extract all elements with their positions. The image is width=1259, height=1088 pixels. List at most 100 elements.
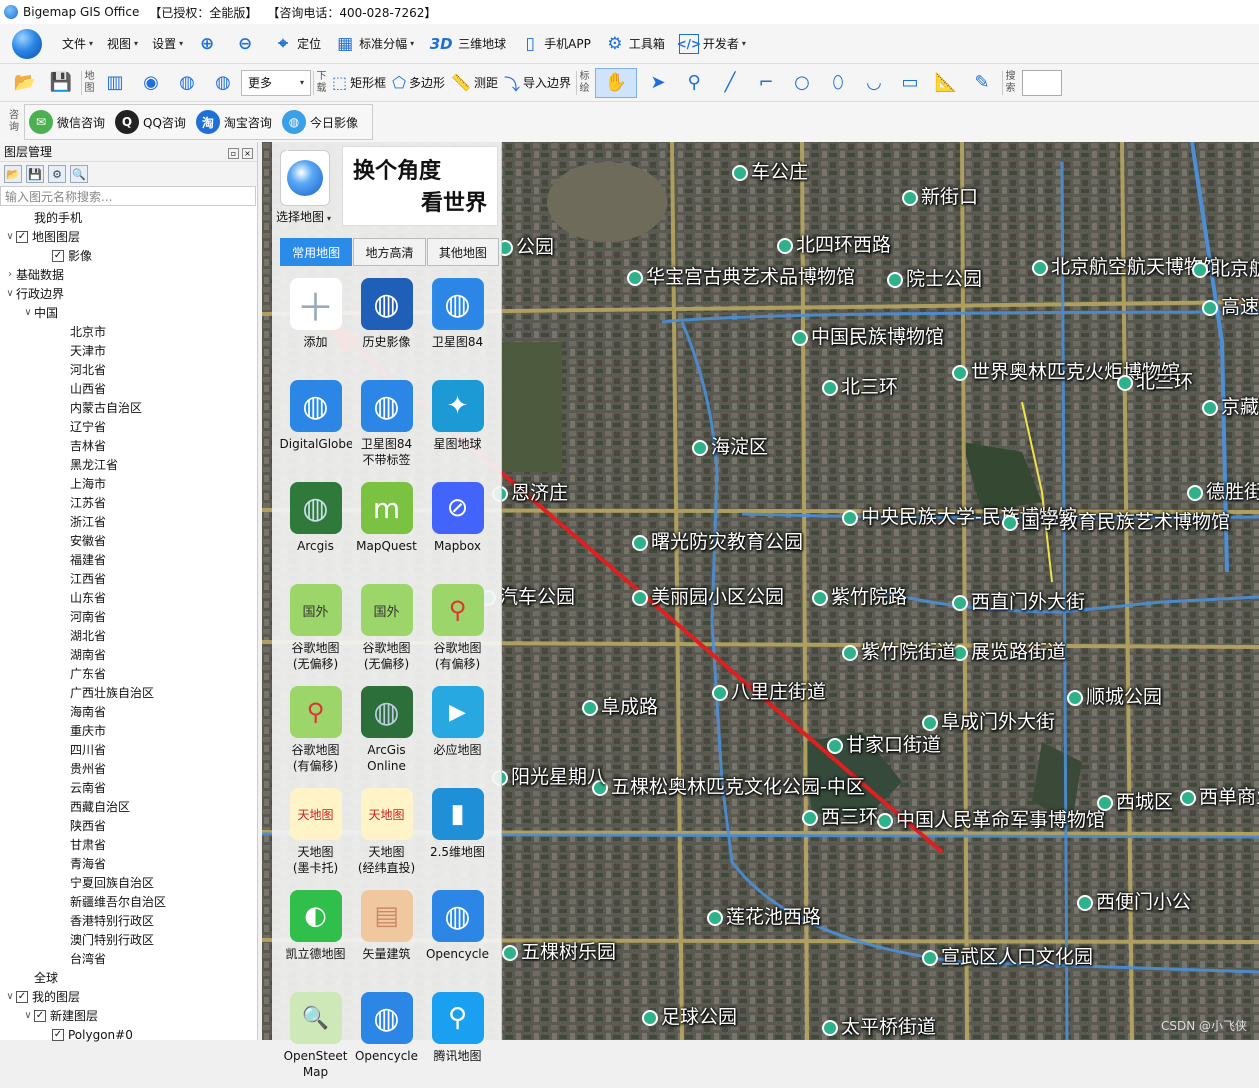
- layer-tree-item[interactable]: 香港特别行政区: [0, 911, 257, 930]
- tab-local-hd[interactable]: 地方高清: [353, 238, 426, 266]
- layer-tree-item[interactable]: 宁夏回族自治区: [0, 873, 257, 892]
- layer-checkbox[interactable]: ✓: [52, 249, 64, 262]
- layer-tree-item[interactable]: 浙江省: [0, 512, 257, 531]
- layer-tree-item[interactable]: 江苏省: [0, 493, 257, 512]
- layer-tree-item[interactable]: 台湾省: [0, 949, 257, 968]
- layer-tree-item[interactable]: 贵州省: [0, 759, 257, 778]
- polyline-button[interactable]: ⌐: [751, 68, 781, 98]
- zoom-out-button[interactable]: ⊖: [235, 29, 259, 59]
- layer-tree-item[interactable]: 湖南省: [0, 645, 257, 664]
- layer-checkbox[interactable]: ✓: [16, 230, 28, 243]
- menu-file[interactable]: 文件 ▾: [62, 29, 93, 59]
- map-place-label[interactable]: 甘家口街道: [827, 730, 941, 757]
- map-source-item[interactable]: 国外 谷歌地图 (无偏移): [280, 578, 351, 680]
- layer-settings-icon[interactable]: ⚙: [48, 165, 66, 183]
- map-place-label[interactable]: 北京航空: [1192, 254, 1259, 281]
- layer-tree-item[interactable]: ✓ 影像: [0, 246, 257, 265]
- layer-tree-item[interactable]: 山西省: [0, 379, 257, 398]
- map-source-item[interactable]: ⚲ 腾讯地图: [422, 986, 493, 1088]
- line-button[interactable]: ╱: [715, 68, 745, 98]
- map-place-label[interactable]: 八里庄街道: [712, 677, 826, 704]
- map-source-item[interactable]: ✦ 星图地球: [422, 374, 493, 476]
- pan-hand-button[interactable]: ✋: [595, 67, 638, 98]
- expand-toggle-icon[interactable]: ∨: [4, 231, 16, 242]
- map-source-item[interactable]: ▤ 矢量建筑: [351, 884, 422, 986]
- layer-tree-item[interactable]: 辽宁省: [0, 417, 257, 436]
- map-source-item[interactable]: ⊘ Mapbox: [422, 476, 493, 578]
- map-place-label[interactable]: 高速: [1202, 292, 1259, 319]
- marker-button[interactable]: ⚲: [679, 68, 709, 98]
- search-input[interactable]: [1022, 69, 1063, 96]
- map-place-label[interactable]: 北四环西路: [777, 230, 891, 257]
- layer-tree-item[interactable]: ∨ ✓ 地图图层: [0, 227, 257, 246]
- map-source-item[interactable]: ＋ 添加: [280, 272, 351, 374]
- search-icon[interactable]: 🔍: [70, 165, 88, 183]
- close-icon[interactable]: ×: [242, 147, 253, 159]
- layer-tree-item[interactable]: 湖北省: [0, 626, 257, 645]
- map-source-item[interactable]: 天地图 天地图 (经纬直投): [351, 782, 422, 884]
- map-source-item[interactable]: ▮ 2.5维地图: [422, 782, 493, 884]
- layer-tree-item[interactable]: 山东省: [0, 588, 257, 607]
- map-source-item[interactable]: ◍ 历史影像: [351, 272, 422, 374]
- curve-button[interactable]: ◡: [859, 68, 889, 98]
- menu-settings[interactable]: 设置 ▾: [152, 29, 183, 59]
- map-place-label[interactable]: 阜成路: [582, 692, 658, 719]
- map-place-label[interactable]: 美丽园小区公园: [632, 582, 784, 609]
- layer-tree-item[interactable]: 福建省: [0, 550, 257, 569]
- layer-tree-item[interactable]: 我的手机: [0, 208, 257, 227]
- today-imagery-button[interactable]: ◍ 今日影像: [281, 110, 358, 134]
- map-place-label[interactable]: 莲花池西路: [707, 902, 821, 929]
- toolbox-button[interactable]: ⚙ 工具箱: [605, 29, 665, 59]
- map-place-label[interactable]: 展览路街道: [952, 637, 1066, 664]
- expand-toggle-icon[interactable]: ∨: [4, 288, 16, 299]
- layer-tree-item[interactable]: 黑龙江省: [0, 455, 257, 474]
- map-place-label[interactable]: 足球公园: [642, 1002, 737, 1029]
- globe-alt-button[interactable]: ◍: [208, 68, 238, 98]
- zoom-in-button[interactable]: ⊕: [197, 29, 221, 59]
- layer-tree-item[interactable]: ∨ ✓ 我的图层: [0, 987, 257, 1006]
- layer-tree-item[interactable]: 青海省: [0, 854, 257, 873]
- qq-consult-button[interactable]: Q QQ咨询: [115, 110, 186, 134]
- locate-button[interactable]: ⌖ 定位: [273, 29, 321, 59]
- layer-tree-item[interactable]: 上海市: [0, 474, 257, 493]
- layer-tree-item[interactable]: 广东省: [0, 664, 257, 683]
- map-place-label[interactable]: 中国人民革命军事博物馆: [877, 805, 1105, 832]
- map-layers-button[interactable]: ▥: [100, 68, 130, 98]
- map-place-label[interactable]: 紫竹院路: [812, 582, 907, 609]
- map-place-label[interactable]: 曙光防灾教育公园: [632, 527, 803, 554]
- layer-tree-item[interactable]: 安徽省: [0, 531, 257, 550]
- layer-tree-item[interactable]: 新疆维吾尔自治区: [0, 892, 257, 911]
- edit-button[interactable]: ✎: [967, 68, 997, 98]
- layer-tree-item[interactable]: 天津市: [0, 341, 257, 360]
- earth-history-button[interactable]: ◉: [136, 68, 166, 98]
- layer-tree-item[interactable]: › 基础数据: [0, 265, 257, 284]
- map-source-item[interactable]: 国外 谷歌地图 (无偏移): [351, 578, 422, 680]
- map-place-label[interactable]: 新街口: [902, 182, 978, 209]
- layer-tree-item[interactable]: 江西省: [0, 569, 257, 588]
- map-place-label[interactable]: 五棵松奥林匹克文化公园-中区: [592, 772, 865, 799]
- map-place-label[interactable]: 顺城公园: [1067, 682, 1162, 709]
- map-place-label[interactable]: 华宝宫古典艺术品博物馆: [627, 262, 855, 289]
- globe-button[interactable]: ◍: [172, 68, 202, 98]
- layer-tree-item[interactable]: 河南省: [0, 607, 257, 626]
- layer-tree-item[interactable]: ∨ 行政边界: [0, 284, 257, 303]
- map-place-label[interactable]: 恩济庄: [492, 478, 568, 505]
- layer-tree-item[interactable]: 吉林省: [0, 436, 257, 455]
- layer-tree-item[interactable]: 内蒙古自治区: [0, 398, 257, 417]
- layer-tree-item[interactable]: 重庆市: [0, 721, 257, 740]
- circle-button[interactable]: ○: [787, 68, 817, 98]
- map-place-label[interactable]: 西城区: [1097, 787, 1173, 814]
- map-place-label[interactable]: 京藏高速: [1202, 392, 1259, 419]
- map-place-label[interactable]: 北三环: [822, 372, 898, 399]
- expand-toggle-icon[interactable]: ∨: [4, 991, 16, 1002]
- 3d-earth-button[interactable]: 3D 三维地球: [428, 29, 506, 59]
- layer-checkbox[interactable]: ✓: [52, 1028, 64, 1041]
- rectangle-draw-button[interactable]: ▭: [895, 68, 925, 98]
- standard-sheet-button[interactable]: ▦ 标准分幅 ▾: [335, 29, 414, 59]
- measure-button[interactable]: 📏 测距: [451, 68, 498, 98]
- layer-tree-item[interactable]: 澳门特别行政区: [0, 930, 257, 949]
- polygon-select-button[interactable]: ⬠ 多边形: [392, 68, 445, 98]
- layer-checkbox[interactable]: ✓: [16, 990, 28, 1003]
- taobao-consult-button[interactable]: 淘淘宝咨询: [195, 110, 272, 134]
- select-arrow-button[interactable]: ➤: [643, 68, 673, 98]
